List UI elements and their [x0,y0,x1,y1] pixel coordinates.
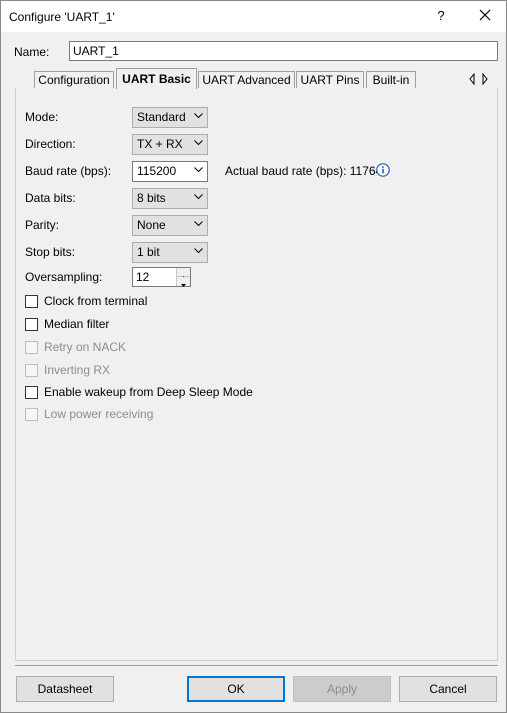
checkbox-box [25,341,38,354]
apply-button: Apply [293,676,391,702]
stop-bits-value: 1 bit [137,245,160,259]
parity-select[interactable]: None [132,215,208,236]
tab-uart-pins[interactable]: UART Pins [296,71,364,89]
checkbox-label: Enable wakeup from Deep Sleep Mode [44,385,253,399]
close-button[interactable] [473,5,497,27]
direction-select[interactable]: TX + RX [132,134,208,155]
close-icon [479,9,491,21]
info-icon[interactable] [376,163,390,177]
ok-button[interactable]: OK [187,676,285,702]
mode-label: Mode: [25,110,59,124]
actual-baud-rate-text: Actual baud rate (bps): 117647 [225,164,389,178]
data-bits-value: 8 bits [137,191,166,205]
chevron-down-icon [194,221,203,227]
chevron-down-icon [194,248,203,254]
tab-scroll-left-icon[interactable] [469,72,475,86]
oversampling-value: 12 [136,270,150,284]
checkbox-box [25,364,38,377]
checkbox-box[interactable] [25,295,38,308]
direction-label: Direction: [25,137,76,151]
checkbox-label: Low power receiving [44,407,154,421]
stop-bits-label: Stop bits: [25,245,76,259]
checkbox-box[interactable] [25,318,38,331]
tab-scroll-arrows[interactable] [467,72,491,87]
configure-dialog: Configure 'UART_1' ? Name: Configuration… [0,0,507,713]
spin-up-button[interactable] [176,268,190,279]
cancel-button[interactable]: Cancel [399,676,497,702]
arrow-down-icon [181,284,186,287]
name-input[interactable] [69,41,498,61]
parity-label: Parity: [25,218,60,232]
tab-uart-basic[interactable]: UART Basic [116,68,197,89]
datasheet-button[interactable]: Datasheet [16,676,114,702]
checkbox-label: Clock from terminal [44,294,148,308]
direction-value: TX + RX [137,137,183,151]
title-bar: Configure 'UART_1' ? [1,1,506,32]
baud-rate-combobox[interactable]: 115200 [132,161,208,182]
checkbox-box[interactable] [25,386,38,399]
baud-rate-label: Baud rate (bps): [25,164,112,178]
tab-uart-advanced[interactable]: UART Advanced [198,71,295,89]
oversampling-spinbox[interactable]: 12 [132,267,191,287]
window-title: Configure 'UART_1' [9,10,115,24]
tab-built-in[interactable]: Built-in [366,71,416,89]
bottom-separator [15,665,498,666]
chevron-down-icon [194,113,203,119]
checkbox-box [25,408,38,421]
spin-down-button[interactable] [176,277,190,287]
parity-value: None [137,218,166,232]
checkbox-label: Retry on NACK [44,340,127,354]
chevron-down-icon [194,194,203,200]
tab-configuration[interactable]: Configuration [34,71,114,89]
baud-rate-value: 115200 [137,164,177,178]
data-bits-select[interactable]: 8 bits [132,188,208,209]
chevron-down-icon [194,140,203,146]
mode-value: Standard [137,110,186,124]
stop-bits-select[interactable]: 1 bit [132,242,208,263]
checkbox-label: Inverting RX [44,363,111,377]
mode-select[interactable]: Standard [132,107,208,128]
checkbox-label: Median filter [44,317,110,331]
data-bits-label: Data bits: [25,191,76,205]
tab-scroll-right-icon[interactable] [482,72,488,86]
chevron-down-icon [194,167,203,173]
help-button[interactable]: ? [431,5,451,27]
oversampling-label: Oversampling: [25,270,103,284]
name-label: Name: [14,45,50,59]
